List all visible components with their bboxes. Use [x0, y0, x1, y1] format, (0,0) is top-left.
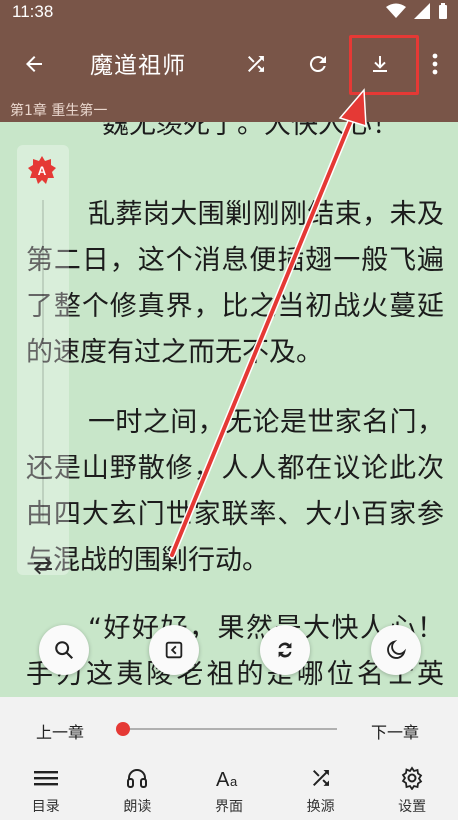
download-icon — [373, 56, 387, 72]
moon-icon — [387, 639, 407, 659]
menu-list-icon — [33, 765, 59, 791]
shuffle-icon — [248, 56, 264, 72]
tab-interface[interactable]: Aa 界面 — [183, 759, 275, 820]
sync-icon — [278, 642, 292, 658]
next-chapter-button[interactable]: 下一章 — [371, 719, 419, 743]
back-button[interactable] — [14, 44, 54, 84]
shuffle-icon — [308, 765, 334, 791]
chapter-progress-thumb[interactable] — [116, 722, 130, 736]
svg-text:A: A — [216, 769, 230, 790]
auto-page-button[interactable] — [149, 625, 199, 675]
prev-chapter-button[interactable]: 上一章 — [36, 719, 84, 743]
chapter-navigation: 上一章 下一章 — [0, 697, 458, 759]
more-vertical-icon — [432, 53, 438, 75]
status-time: 11:38 — [12, 2, 54, 21]
tab-settings[interactable]: 设置 — [366, 759, 458, 820]
refresh-button[interactable] — [298, 44, 338, 84]
tab-label: 目录 — [31, 799, 60, 815]
change-source-button[interactable] — [236, 44, 276, 84]
bottom-tabs: 目录 朗读 Aa 界面 换源 设置 — [0, 759, 458, 820]
paragraph: 一时之间，无论是世家名门，还是山野散修，人人都在议论此次由四大玄门世家联率、大小… — [26, 407, 444, 576]
tab-label: 换源 — [306, 799, 335, 815]
app-bar: 魔道祖师 — [0, 24, 458, 102]
search-button[interactable] — [39, 625, 89, 675]
paragraph: 乱葬岗大围剿刚刚结束，未及第二日，这个消息便插翅一般飞遍了整个修真界，比之当初战… — [26, 199, 444, 368]
brightness-track[interactable] — [42, 200, 44, 520]
auto-brightness-icon[interactable]: A — [27, 155, 57, 185]
status-bar: 11:38 — [0, 0, 458, 24]
font-size-icon: Aa — [216, 765, 242, 791]
battery-icon — [439, 3, 447, 19]
svg-text:a: a — [230, 774, 238, 789]
tab-label: 界面 — [214, 799, 243, 815]
paragraph: “魏无羡死了。大快人心！” — [88, 122, 413, 140]
signal-icon — [414, 3, 430, 19]
book-title: 魔道祖师 — [90, 53, 186, 79]
replace-button[interactable] — [260, 625, 310, 675]
more-options-button[interactable] — [418, 44, 452, 84]
gear-icon — [399, 765, 425, 791]
chapter-title: 第1章 重生第一 — [0, 102, 458, 122]
download-button[interactable] — [360, 44, 400, 84]
tab-label: 设置 — [398, 799, 427, 815]
headphones-icon — [124, 765, 150, 791]
tab-change-source[interactable]: 换源 — [275, 759, 367, 820]
arrow-left-icon — [26, 56, 42, 72]
refresh-icon — [309, 56, 326, 73]
chapter-progress-track[interactable] — [123, 728, 337, 730]
bottom-menu: 上一章 下一章 目录 朗读 Aa 界面 换源 设置 — [0, 697, 458, 820]
night-mode-button[interactable] — [371, 625, 421, 675]
tab-label: 朗读 — [123, 799, 152, 815]
swap-orientation-icon[interactable] — [30, 555, 56, 577]
auto-scroll-icon — [165, 641, 183, 659]
system-icons — [386, 3, 448, 19]
tab-read-aloud[interactable]: 朗读 — [92, 759, 184, 820]
brightness-panel[interactable]: A — [17, 145, 69, 575]
search-icon — [55, 641, 74, 660]
svg-text:A: A — [38, 164, 47, 178]
wifi-icon — [386, 3, 406, 18]
tab-catalog[interactable]: 目录 — [0, 759, 92, 820]
